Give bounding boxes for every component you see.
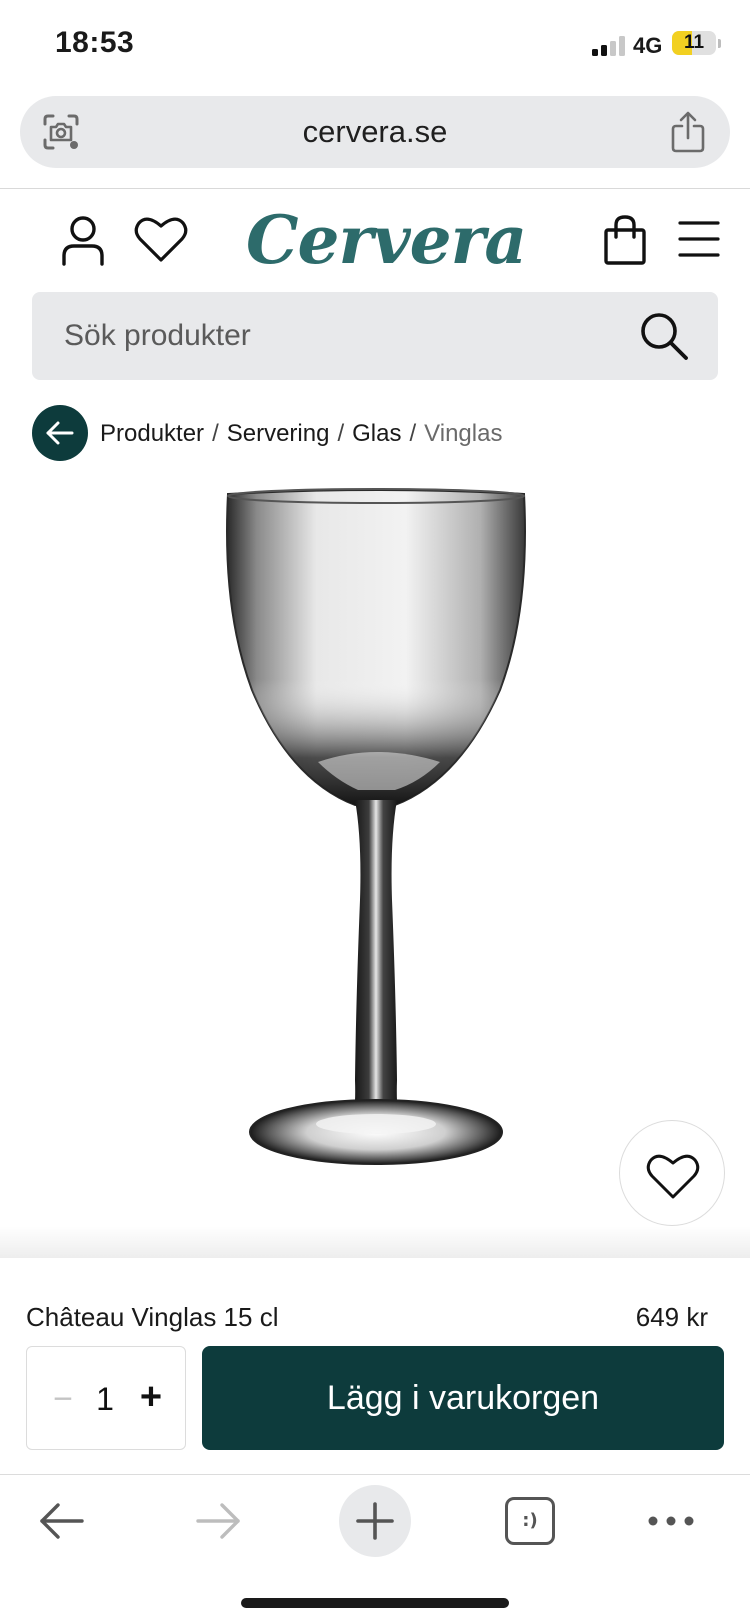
plus-icon	[356, 1502, 394, 1540]
quantity-value[interactable]: 1	[85, 1377, 125, 1421]
breadcrumb-current: Vinglas	[424, 420, 503, 447]
more-options-icon[interactable]	[646, 1501, 696, 1541]
product-price: 649 kr	[635, 1302, 708, 1332]
shopping-bag-icon[interactable]	[603, 214, 647, 266]
battery-tip	[718, 39, 721, 48]
breadcrumb-link[interactable]: Glas	[352, 420, 401, 447]
breadcrumb-separator: /	[409, 420, 417, 447]
breadcrumb-link[interactable]: Produkter	[100, 420, 204, 447]
browser-back-icon[interactable]	[36, 1499, 88, 1543]
sheet-shadow	[0, 1226, 750, 1258]
divider	[0, 188, 750, 189]
battery-percent: 11	[683, 32, 705, 53]
home-indicator[interactable]	[241, 1598, 509, 1608]
hamburger-menu-icon[interactable]	[678, 218, 720, 260]
quantity-stepper: − 1 +	[26, 1346, 186, 1450]
search-bar	[32, 292, 718, 380]
arrow-left-icon	[46, 421, 74, 445]
breadcrumb-separator: /	[212, 420, 219, 447]
product-name: Château Vinglas 15 cl	[26, 1302, 279, 1332]
url-bar[interactable]: cervera.se	[20, 96, 730, 168]
add-to-cart-button[interactable]: Lägg i varukorgen	[202, 1346, 724, 1450]
status-time: 18:53	[55, 26, 135, 59]
quantity-increase-button[interactable]: +	[131, 1375, 171, 1419]
battery-icon: 11	[672, 31, 716, 55]
quantity-decrease-button[interactable]: −	[45, 1377, 81, 1421]
breadcrumb-separator: /	[337, 420, 345, 447]
heart-icon[interactable]	[134, 214, 188, 264]
url-text[interactable]: cervera.se	[20, 96, 730, 168]
browser-toolbar: :)	[0, 1475, 750, 1624]
signal-strength-icon	[592, 36, 626, 56]
site-header: Cervera	[0, 200, 750, 280]
breadcrumb-link[interactable]: Servering	[227, 420, 330, 447]
search-icon[interactable]	[638, 310, 690, 362]
new-tab-button[interactable]	[339, 1485, 411, 1557]
status-bar: 18:53 4G 11	[0, 0, 750, 88]
purchase-panel: Château Vinglas 15 cl 649 kr − 1 + Lägg …	[0, 1258, 750, 1474]
search-input[interactable]	[32, 292, 632, 380]
breadcrumb: Produkter / Servering / Glas / Vinglas	[100, 418, 502, 450]
share-icon[interactable]	[668, 110, 708, 154]
add-to-wishlist-button[interactable]	[619, 1120, 725, 1226]
network-type: 4G	[633, 33, 663, 58]
heart-icon	[646, 1154, 700, 1199]
account-icon[interactable]	[60, 214, 106, 266]
back-button[interactable]	[32, 405, 88, 461]
browser-forward-icon[interactable]	[192, 1499, 244, 1543]
tabs-button[interactable]: :)	[505, 1497, 555, 1545]
cervera-logo[interactable]: Cervera	[246, 202, 527, 278]
camera-search-icon[interactable]	[42, 113, 80, 151]
